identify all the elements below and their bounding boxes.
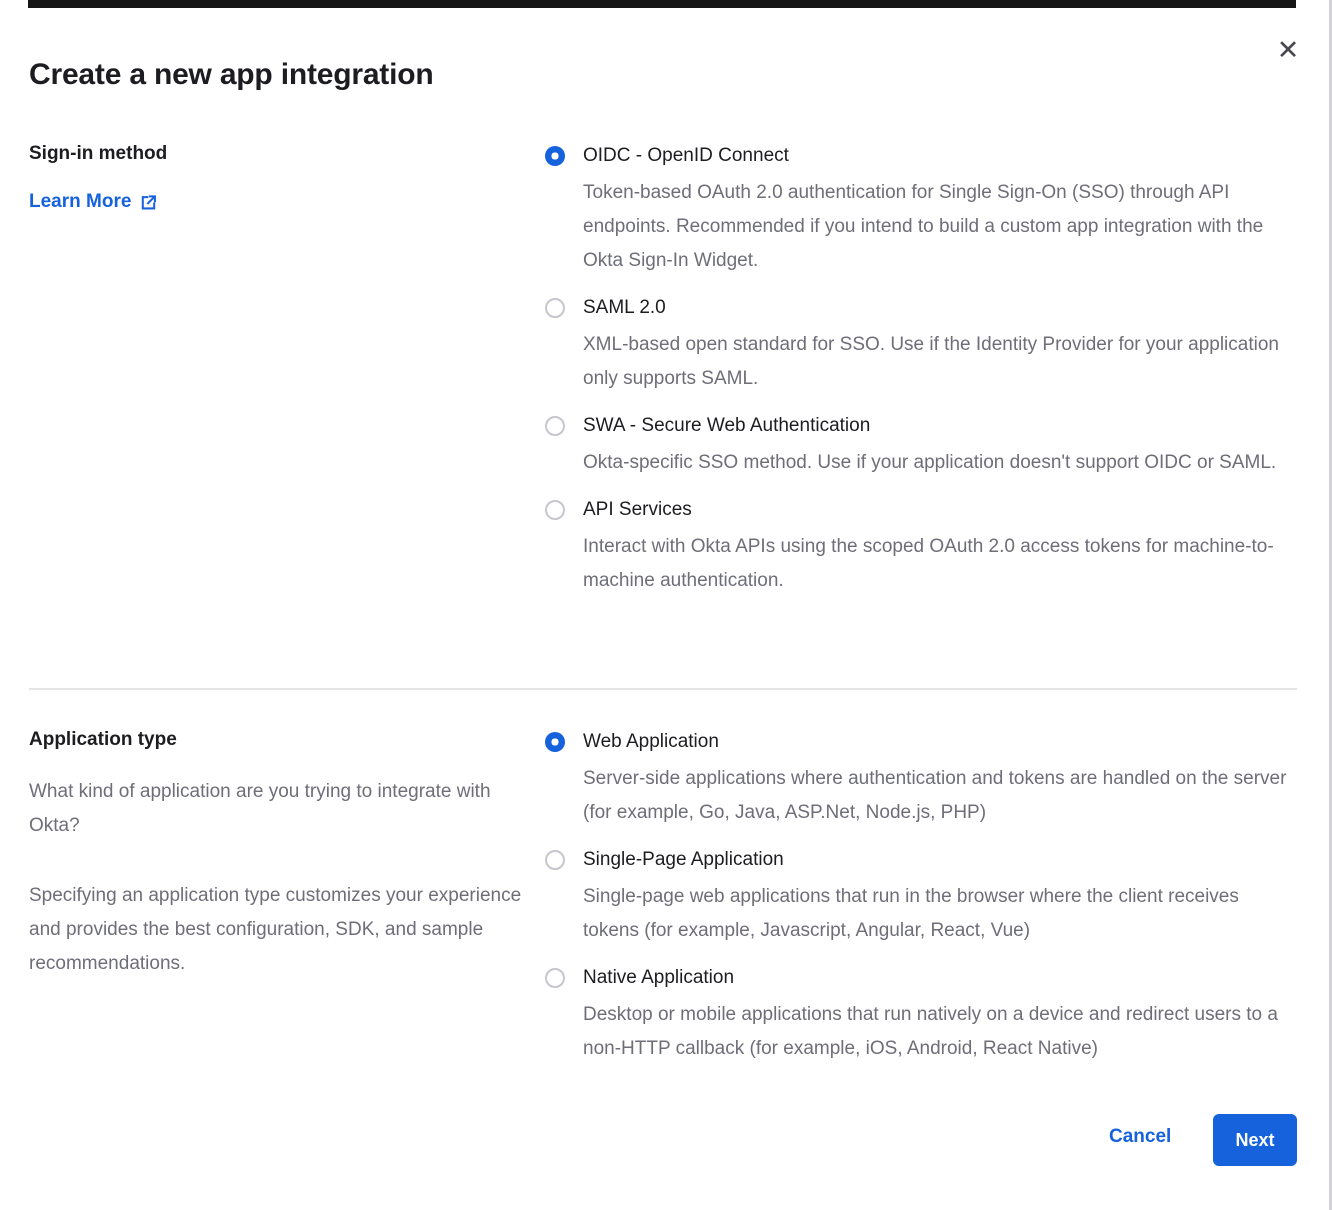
learn-more-link[interactable]: Learn More	[29, 191, 158, 213]
radio-option-description: Server-side applications where authentic…	[583, 762, 1297, 830]
radio-icon[interactable]	[545, 968, 565, 988]
radio-option-description: Token-based OAuth 2.0 authentication for…	[583, 176, 1297, 278]
section-divider	[29, 688, 1297, 690]
learn-more-text: Learn More	[29, 191, 131, 213]
radio-option-label: SWA - Secure Web Authentication	[583, 413, 1276, 439]
external-link-icon	[139, 193, 158, 212]
dialog-title: Create a new app integration	[29, 58, 433, 92]
radio-icon[interactable]	[545, 850, 565, 870]
radio-option[interactable]: Native Application Desktop or mobile app…	[545, 965, 1297, 1066]
top-border-bar	[28, 0, 1296, 8]
radio-option-description: Okta-specific SSO method. Use if your ap…	[583, 446, 1276, 480]
application-type-question: What kind of application are you trying …	[29, 775, 534, 843]
create-app-integration-dialog: ✕ Create a new app integration Sign-in m…	[0, 0, 1332, 1210]
radio-option-description: Interact with Okta APIs using the scoped…	[583, 530, 1297, 598]
radio-option-description: Single-page web applications that run in…	[583, 880, 1297, 948]
signin-options: OIDC - OpenID Connect Token-based OAuth …	[545, 143, 1297, 615]
radio-icon[interactable]	[545, 146, 565, 166]
radio-option[interactable]: Single-Page Application Single-page web …	[545, 847, 1297, 948]
radio-option[interactable]: API Services Interact with Okta APIs usi…	[545, 497, 1297, 598]
radio-option-label: Native Application	[583, 965, 1297, 991]
application-type-hint: Specifying an application type customize…	[29, 879, 534, 981]
application-type-label: Application type	[29, 727, 534, 753]
radio-icon[interactable]	[545, 732, 565, 752]
next-button[interactable]: Next	[1213, 1114, 1297, 1166]
cancel-button[interactable]: Cancel	[1109, 1126, 1171, 1148]
radio-option-label: API Services	[583, 497, 1297, 523]
close-icon[interactable]: ✕	[1270, 32, 1306, 68]
application-type-options: Web Application Server-side applications…	[545, 729, 1297, 1083]
radio-icon[interactable]	[545, 500, 565, 520]
radio-icon[interactable]	[545, 416, 565, 436]
signin-method-label: Sign-in method	[29, 141, 534, 167]
radio-option-label: Web Application	[583, 729, 1297, 755]
radio-option-description: XML-based open standard for SSO. Use if …	[583, 328, 1297, 396]
radio-option[interactable]: OIDC - OpenID Connect Token-based OAuth …	[545, 143, 1297, 278]
radio-icon[interactable]	[545, 298, 565, 318]
radio-option-label: OIDC - OpenID Connect	[583, 143, 1297, 169]
radio-option[interactable]: SWA - Secure Web Authentication Okta-spe…	[545, 413, 1297, 480]
radio-option-description: Desktop or mobile applications that run …	[583, 998, 1297, 1066]
radio-option-label: Single-Page Application	[583, 847, 1297, 873]
radio-option[interactable]: Web Application Server-side applications…	[545, 729, 1297, 830]
radio-option[interactable]: SAML 2.0 XML-based open standard for SSO…	[545, 295, 1297, 396]
radio-option-label: SAML 2.0	[583, 295, 1297, 321]
